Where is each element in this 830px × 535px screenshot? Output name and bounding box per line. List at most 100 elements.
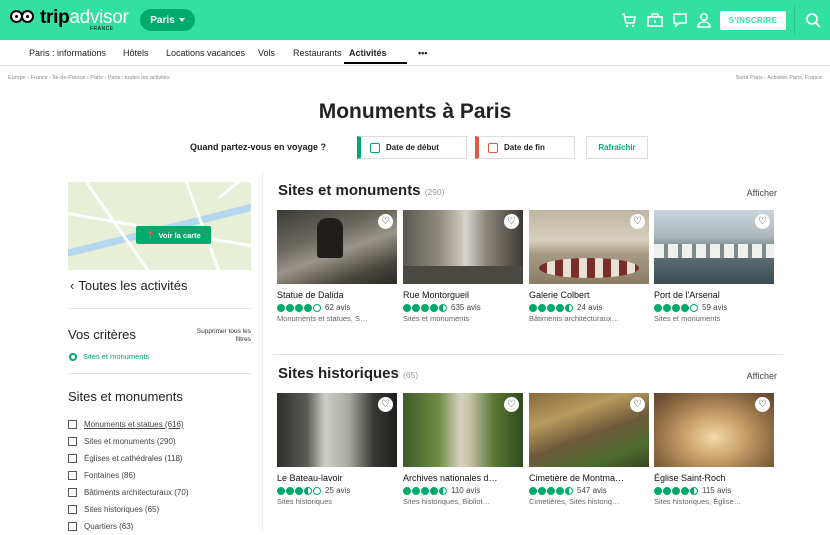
back-link-label: Toutes les activités	[78, 278, 188, 293]
attraction-category: Cimetières, Sites historiq…	[529, 497, 620, 506]
brand-country: FRANCE	[90, 26, 114, 32]
refresh-button[interactable]: Rafraîchir	[586, 136, 648, 159]
cart-icon[interactable]	[620, 11, 638, 29]
clear-filters-link[interactable]: Supprimer tous les filtres	[183, 328, 251, 344]
attraction-category: Sites et monuments	[654, 314, 721, 323]
heart-icon[interactable]: ♡	[755, 214, 770, 229]
attraction-card[interactable]: ♡ Rue Montorgueil 635 avis Sites et monu…	[403, 210, 523, 323]
review-count[interactable]: 115 avis	[702, 486, 731, 495]
filter-item[interactable]: Quartiers (63)	[68, 518, 189, 535]
attraction-category: Bâtiments architecturaux…	[529, 314, 620, 323]
back-to-all-activities-link[interactable]: ‹ Toutes les activités	[70, 278, 187, 293]
start-date-button[interactable]: Date de début	[357, 136, 467, 159]
checkbox-icon[interactable]	[68, 471, 77, 480]
attraction-name[interactable]: Église Saint-Roch	[654, 473, 774, 483]
section-title[interactable]: Sites historiques (65)	[278, 365, 418, 382]
attraction-photo[interactable]: ♡	[654, 210, 774, 284]
nav-item-vacation-rentals[interactable]: Locations vacances	[166, 48, 245, 58]
end-date-button[interactable]: Date de fin	[475, 136, 575, 159]
page-title: Monuments à Paris	[318, 100, 512, 123]
attraction-photo[interactable]: ♡	[529, 210, 649, 284]
filter-list: Monuments et statues (616) Sites et monu…	[68, 416, 189, 535]
attraction-name[interactable]: Archives nationales d…	[403, 473, 523, 483]
filter-sidebar: 📍 Voir la carte ‹ Toutes les activités Vos…	[53, 172, 263, 533]
attraction-card[interactable]: ♡ Archives nationales d… 110 avis Sites …	[403, 393, 523, 506]
heart-icon[interactable]: ♡	[630, 397, 645, 412]
show-all-link[interactable]: Afficher	[747, 188, 777, 198]
attraction-photo[interactable]: ♡	[277, 210, 397, 284]
chevron-down-icon	[178, 18, 185, 22]
attraction-name[interactable]: Rue Montorgueil	[403, 290, 523, 300]
user-icon[interactable]	[695, 11, 713, 29]
city-selector-button[interactable]: Paris	[140, 9, 195, 31]
show-all-link[interactable]: Afficher	[747, 371, 777, 381]
heart-icon[interactable]: ♡	[630, 214, 645, 229]
checkbox-icon[interactable]	[68, 505, 77, 514]
review-count[interactable]: 635 avis	[451, 303, 481, 312]
view-map-button[interactable]: 📍 Voir la carte	[136, 226, 211, 244]
review-count[interactable]: 110 avis	[451, 486, 480, 495]
briefcase-icon[interactable]	[646, 11, 664, 29]
nav-item-restaurants[interactable]: Restaurants	[293, 48, 342, 58]
nav-more-button[interactable]: •••	[418, 48, 427, 58]
attraction-name[interactable]: Cimetière de Montma…	[529, 473, 649, 483]
attraction-photo[interactable]: ♡	[654, 393, 774, 467]
bubble-rating: 110 avis	[403, 486, 523, 495]
heart-icon[interactable]: ♡	[504, 397, 519, 412]
filter-item-label: Églises et cathédrales (118)	[84, 454, 183, 463]
sidebar-divider	[68, 308, 251, 309]
checkbox-icon[interactable]	[68, 437, 77, 446]
nav-item-hotels[interactable]: Hôtels	[123, 48, 149, 58]
attraction-card[interactable]: ♡ Galerie Colbert 24 avis Bâtiments arch…	[529, 210, 649, 323]
bubble-rating: 25 avis	[277, 486, 397, 495]
chat-icon[interactable]	[671, 11, 689, 29]
nav-item-paris-info[interactable]: Paris : informations	[29, 48, 106, 58]
checkbox-icon[interactable]	[68, 420, 77, 429]
attraction-photo[interactable]: ♡	[277, 393, 397, 467]
heart-icon[interactable]: ♡	[755, 397, 770, 412]
heart-icon[interactable]: ♡	[378, 214, 393, 229]
attraction-photo[interactable]: ♡	[403, 210, 523, 284]
breadcrumb[interactable]: Europe › France › Île-de-France › Paris …	[8, 75, 170, 81]
nav-item-activities[interactable]: Activités	[349, 48, 387, 58]
checkbox-icon[interactable]	[68, 454, 77, 463]
review-count[interactable]: 62 avis	[325, 303, 350, 312]
map-pin-icon: 📍	[146, 230, 156, 240]
attraction-card[interactable]: ♡ Port de l'Arsenal 59 avis Sites et mon…	[654, 210, 774, 323]
selected-criterion[interactable]: Sites et monuments	[69, 352, 149, 361]
attraction-name[interactable]: Port de l'Arsenal	[654, 290, 774, 300]
filter-item[interactable]: Monuments et statues (616)	[68, 416, 189, 433]
filter-item[interactable]: Églises et cathédrales (118)	[68, 450, 189, 467]
heart-icon[interactable]: ♡	[378, 397, 393, 412]
owl-logo-icon	[10, 10, 36, 28]
search-icon[interactable]	[804, 11, 822, 29]
attraction-photo[interactable]: ♡	[529, 393, 649, 467]
attraction-card[interactable]: ♡ Église Saint-Roch 115 avis Sites histo…	[654, 393, 774, 506]
checkbox-icon[interactable]	[68, 522, 77, 531]
nav-item-flights[interactable]: Vols	[258, 48, 275, 58]
review-count[interactable]: 547 avis	[577, 486, 607, 495]
filter-item[interactable]: Sites et monuments (290)	[68, 433, 189, 450]
attraction-category: Sites historiques, Bibliot…	[403, 497, 491, 506]
bubble-rating: 62 avis	[277, 303, 397, 312]
filter-group-heading: Sites et monuments	[68, 389, 183, 404]
heart-icon[interactable]: ♡	[504, 214, 519, 229]
filter-item[interactable]: Bâtiments architecturaux (70)	[68, 484, 189, 501]
filter-item[interactable]: Fontaines (86)	[68, 467, 189, 484]
map-thumbnail[interactable]: 📍 Voir la carte	[68, 182, 251, 270]
attraction-name[interactable]: Le Bateau-lavoir	[277, 473, 397, 483]
review-count[interactable]: 24 avis	[577, 303, 602, 312]
signin-button[interactable]: S'INSCRIRE	[720, 11, 786, 30]
section-title[interactable]: Sites et monuments (290)	[278, 182, 445, 199]
attraction-name[interactable]: Statue de Dalida	[277, 290, 397, 300]
attraction-category: Sites historiques	[277, 497, 333, 506]
attraction-card[interactable]: ♡ Le Bateau-lavoir 25 avis Sites histori…	[277, 393, 397, 506]
checkbox-icon[interactable]	[68, 488, 77, 497]
filter-item[interactable]: Sites historiques (65)	[68, 501, 189, 518]
attraction-name[interactable]: Galerie Colbert	[529, 290, 649, 300]
attraction-card[interactable]: ♡ Statue de Dalida 62 avis Monuments et …	[277, 210, 397, 323]
attraction-photo[interactable]: ♡	[403, 393, 523, 467]
attraction-card[interactable]: ♡ Cimetière de Montma… 547 avis Cimetièr…	[529, 393, 649, 506]
review-count[interactable]: 59 avis	[702, 303, 727, 312]
review-count[interactable]: 25 avis	[325, 486, 350, 495]
